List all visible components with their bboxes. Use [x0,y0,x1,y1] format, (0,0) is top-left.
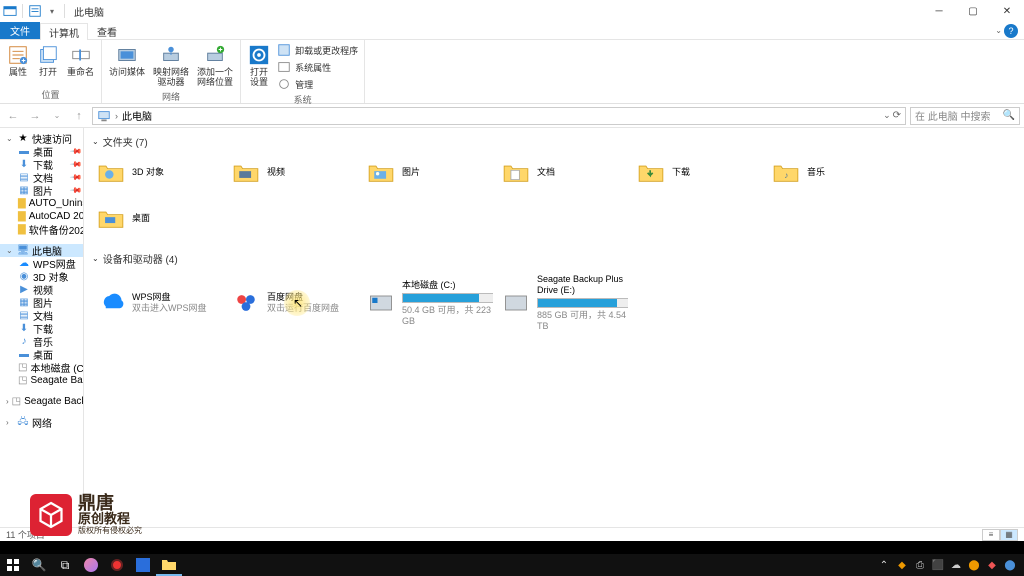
help-button[interactable]: ? [1004,24,1018,38]
sidebar-pictures[interactable]: ▦图片📌 [0,184,83,197]
search-icon: 🔍 [1003,110,1015,121]
ribbon-manage[interactable]: 管理 [275,76,360,92]
sidebar-seagate2[interactable]: ›◳Seagate Backup Pl [0,395,83,408]
folder-desktop[interactable]: 桌面 [92,201,227,235]
ribbon-rename[interactable]: 重命名 [64,42,97,87]
file-menu[interactable]: 文件 [0,22,40,39]
drive-wps[interactable]: WPS网盘双击进入WPS网盘 [92,272,227,334]
ribbon-properties[interactable]: 属性 [4,42,32,87]
nav-history-icon[interactable]: ⌄ [48,107,66,125]
ribbon-tabs: 文件 计算机 查看 ⌄ ? [0,22,1024,40]
taskbar-app2[interactable] [130,554,156,576]
watermark-logo-icon [30,494,72,536]
nav-forward-icon[interactable]: → [26,107,44,125]
taskbar-taskview-icon[interactable]: ⧉ [52,554,78,576]
search-input[interactable]: 在 此电脑 中搜索 🔍 [910,107,1020,125]
taskbar-search-icon[interactable]: 🔍 [26,554,52,576]
nav-tree[interactable]: ⌄★快速访问 ▬桌面📌 ⬇下载📌 ▤文档📌 ▦图片📌 ▇AUTO_Uninsta… [0,128,84,527]
taskbar-record[interactable] [104,554,130,576]
drive-e[interactable]: Seagate Backup Plus Drive (E:)885 GB 可用，… [497,272,632,334]
folder-pictures[interactable]: 图片 [362,155,497,189]
sidebar-dl2[interactable]: ⬇下载 [0,322,83,335]
folder-music[interactable]: ♪音乐 [767,155,902,189]
app-icon [3,4,17,18]
svg-text:♪: ♪ [784,170,788,180]
nav-back-icon[interactable]: ← [4,107,22,125]
folder-documents[interactable]: 文档 [497,155,632,189]
group-folders-header[interactable]: ⌄文件夹 (7) [84,132,1024,151]
ribbon-group-location-label: 位置 [4,87,97,101]
sidebar-desktop[interactable]: ▬桌面📌 [0,145,83,158]
qat-properties-icon[interactable] [28,4,42,18]
refresh-icon[interactable]: ⟳ [893,110,901,121]
view-icons-button[interactable]: ▦ [1000,529,1018,541]
sidebar-desk2[interactable]: ▬桌面 [0,348,83,361]
ribbon-add-netloc[interactable]: 添加一个 网络位置 [194,42,236,89]
ribbon-sysprops[interactable]: 系统属性 [275,59,360,75]
breadcrumb-text: 此电脑 [122,108,152,123]
window-title: 此电脑 [74,4,104,19]
start-button[interactable] [0,554,26,576]
ribbon-collapse-icon[interactable]: ⌄ [995,26,1002,35]
tray-icon-6[interactable]: ◆ [986,559,998,571]
watermark: 鼎唐原创教程版权所有侵权必究 [30,494,142,536]
maximize-button[interactable]: ▢ [956,0,990,22]
tray-icon-7[interactable]: ⬤ [1004,559,1016,571]
folder-downloads[interactable]: 下载 [632,155,767,189]
tray-icon-3[interactable]: ⬛ [932,559,944,571]
tab-computer[interactable]: 计算机 [40,23,88,40]
sidebar-pics2[interactable]: ▦图片 [0,296,83,309]
sidebar-autocad[interactable]: ▇AutoCAD 2022 [0,210,83,223]
content-area[interactable]: ⌄文件夹 (7) 3D 对象 视频 图片 文档 下载 ♪音乐 桌面 ⌄设备和驱动… [84,128,1024,527]
ribbon-open[interactable]: 打开 [34,42,62,87]
sidebar-cdrive[interactable]: ◳本地磁盘 (C:) [0,361,83,374]
folder-3d-objects[interactable]: 3D 对象 [92,155,227,189]
pc-icon [97,109,111,123]
taskbar-explorer[interactable] [156,554,182,576]
tray-chevron-icon[interactable]: ⌃ [878,559,890,571]
sidebar-3d[interactable]: ◉3D 对象 [0,270,83,283]
taskbar-app1[interactable] [78,554,104,576]
minimize-button[interactable]: ─ [922,0,956,22]
tab-view[interactable]: 查看 [88,22,126,39]
sidebar-this-pc[interactable]: ⌄🖥此电脑 [0,244,83,257]
ribbon-group-network-label: 网络 [106,89,236,103]
sidebar-backup[interactable]: ▇软件备份2022.5 [0,223,83,236]
status-bar: 11 个项目 ≡ ▦ [0,527,1024,541]
sidebar-wps[interactable]: ☁WPS网盘 [0,257,83,270]
titlebar: ▾ 此电脑 ─ ▢ ✕ [0,0,1024,22]
drive-c[interactable]: 本地磁盘 (C:)50.4 GB 可用，共 223 GB [362,272,497,334]
sidebar-network[interactable]: ›🖧网络 [0,416,83,429]
addr-dropdown-icon[interactable]: ⌄ [883,110,891,121]
sidebar-quick-access[interactable]: ⌄★快速访问 [0,132,83,145]
folder-videos[interactable]: 视频 [227,155,362,189]
breadcrumb[interactable]: › 此电脑 ⌄⟳ [92,107,906,125]
tray-icon-1[interactable]: ◆ [896,559,908,571]
sidebar-music[interactable]: ♪音乐 [0,335,83,348]
address-bar: ← → ⌄ ↑ › 此电脑 ⌄⟳ 在 此电脑 中搜索 🔍 [0,104,1024,128]
ribbon: 属性 打开 重命名 位置 访问媒体 映射网络 驱动器 添加一个 网络位置 网络 … [0,40,1024,104]
sidebar-videos[interactable]: ▶视频 [0,283,83,296]
sidebar-docs2[interactable]: ▤文档 [0,309,83,322]
ribbon-media[interactable]: 访问媒体 [106,42,148,89]
ribbon-settings[interactable]: 打开 设置 [245,42,273,92]
sidebar-documents[interactable]: ▤文档📌 [0,171,83,184]
taskbar[interactable]: 🔍 ⧉ ⌃ ◆ ⎙ ⬛ ☁ ⬤ ◆ ⬤ [0,554,1024,576]
view-details-button[interactable]: ≡ [982,529,1000,541]
drive-baidu[interactable]: 百度网盘双击运行百度网盘 [227,272,362,334]
qat-dropdown-icon[interactable]: ▾ [45,4,59,18]
group-devices-header[interactable]: ⌄设备和驱动器 (4) [84,249,1024,268]
sidebar-auto-uninstaller[interactable]: ▇AUTO_Uninstaller_ [0,197,83,210]
ribbon-map-drive[interactable]: 映射网络 驱动器 [150,42,192,89]
ribbon-uninstall[interactable]: 卸载或更改程序 [275,42,360,58]
sidebar-downloads[interactable]: ⬇下载📌 [0,158,83,171]
tray-icon-2[interactable]: ⎙ [914,559,926,571]
tray-icon-4[interactable]: ☁ [950,559,962,571]
tray-icon-5[interactable]: ⬤ [968,559,980,571]
nav-up-icon[interactable]: ↑ [70,107,88,125]
close-button[interactable]: ✕ [990,0,1024,22]
sidebar-seagate1[interactable]: ◳Seagate Backup P [0,374,83,387]
